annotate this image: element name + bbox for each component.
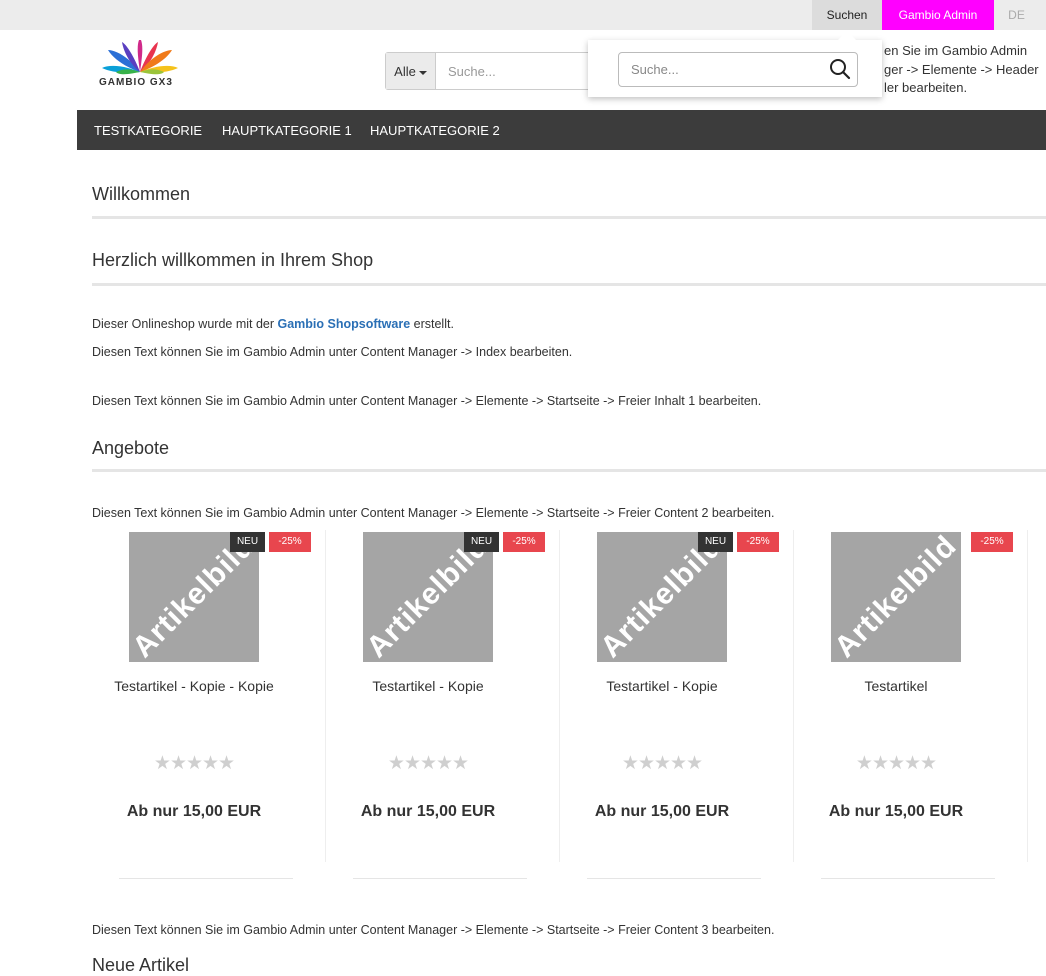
product-card[interactable]: Artikelbild NEU -25% Testartikel - Kopie… — [326, 530, 560, 880]
card-divider — [353, 878, 527, 879]
sale-badge: -25% — [503, 532, 545, 552]
free-content-2: Diesen Text können Sie im Gambio Admin u… — [92, 506, 775, 520]
logo-text: GAMBIO GX3 — [99, 77, 173, 88]
product-image[interactable]: Artikelbild — [831, 532, 961, 662]
card-divider — [119, 878, 293, 879]
product-price: Ab nur 15,00 EUR — [126, 803, 262, 820]
search-icon[interactable] — [829, 58, 851, 80]
greeting-heading: Herzlich willkommen in Ihrem Shop — [92, 250, 374, 270]
product-name[interactable]: Testartikel — [814, 676, 978, 696]
rating-stars-icon: ★★★★★ — [387, 753, 469, 774]
rating-stars-icon: ★★★★★ — [153, 753, 235, 774]
divider — [92, 216, 1046, 219]
header-info-text: en Sie im Gambio Admin ger -> Elemente -… — [884, 42, 1039, 98]
intro-text-after: erstellt. — [410, 317, 454, 331]
sale-badge: -25% — [737, 532, 779, 552]
product-name[interactable]: Testartikel - Kopie — [580, 676, 744, 696]
free-content-1: Diesen Text können Sie im Gambio Admin u… — [92, 394, 762, 408]
main-nav: TESTKATEGORIE HAUPTKATEGORIE 1 HAUPTKATE… — [77, 110, 1046, 150]
header-search-input[interactable]: Suche... — [448, 53, 496, 91]
caret-down-icon — [418, 70, 427, 75]
divider — [92, 469, 1046, 472]
index-text: Diesen Text können Sie im Gambio Admin u… — [92, 345, 573, 359]
category-select[interactable]: Alle — [386, 53, 436, 89]
product-card[interactable]: Artikelbild NEU -25% Testartikel - Kopie… — [560, 530, 794, 880]
intro-text-before: Dieser Onlineshop wurde mit der — [92, 317, 278, 331]
dropdown-arrow — [838, 31, 856, 40]
new-badge: NEU — [698, 532, 733, 552]
welcome-heading: Willkommen — [92, 184, 191, 204]
new-badge: NEU — [230, 532, 265, 552]
category-select-label: Alle — [394, 64, 416, 79]
search-dropdown: Suche... — [588, 40, 882, 97]
header-info-line: ger -> Elemente -> Header — [884, 61, 1039, 77]
gambio-admin-link[interactable]: Gambio Admin — [882, 0, 994, 30]
product-price: Ab nur 15,00 EUR — [360, 803, 496, 820]
header-info-line: en Sie im Gambio Admin — [884, 43, 1028, 58]
sale-badge: -25% — [971, 532, 1013, 552]
header-search: Alle Suche... — [385, 52, 617, 90]
language-selector[interactable]: DE — [994, 0, 1039, 30]
nav-item-hauptkategorie-1[interactable]: HAUPTKATEGORIE 1 — [222, 110, 352, 152]
dropdown-search-placeholder: Suche... — [631, 62, 679, 77]
card-border — [1027, 530, 1028, 862]
free-content-3: Diesen Text können Sie im Gambio Admin u… — [92, 923, 775, 937]
sale-badge: -25% — [269, 532, 311, 552]
dropdown-search-input[interactable]: Suche... — [618, 52, 858, 87]
divider — [92, 283, 1046, 286]
nav-item-hauptkategorie-2[interactable]: HAUPTKATEGORIE 2 — [370, 110, 500, 152]
product-card[interactable]: Artikelbild -25% Testartikel ★★★★★ Ab nu… — [794, 530, 1028, 880]
nav-item-testkategorie[interactable]: TESTKATEGORIE — [94, 110, 202, 152]
rating-stars-icon: ★★★★★ — [855, 753, 937, 774]
new-badge: NEU — [464, 532, 499, 552]
rating-stars-icon: ★★★★★ — [621, 753, 703, 774]
product-card[interactable]: Artikelbild NEU -25% Testartikel - Kopie… — [92, 530, 326, 880]
gambio-shopsoftware-link[interactable]: Gambio Shopsoftware — [278, 317, 411, 331]
product-name[interactable]: Testartikel - Kopie - Kopie — [112, 676, 276, 696]
top-search-button[interactable]: Suchen — [812, 0, 882, 30]
offers-heading: Angebote — [92, 438, 170, 458]
card-divider — [821, 878, 995, 879]
product-name[interactable]: Testartikel - Kopie — [346, 676, 510, 696]
header-info-line: ler bearbeiten. — [884, 80, 968, 95]
product-price: Ab nur 15,00 EUR — [594, 803, 730, 820]
intro-text: Dieser Onlineshop wurde mit der Gambio S… — [92, 317, 454, 331]
product-image-text: Artikelbild — [831, 532, 961, 662]
new-articles-heading: Neue Artikel — [92, 955, 190, 975]
product-price: Ab nur 15,00 EUR — [828, 803, 964, 820]
card-divider — [587, 878, 761, 879]
